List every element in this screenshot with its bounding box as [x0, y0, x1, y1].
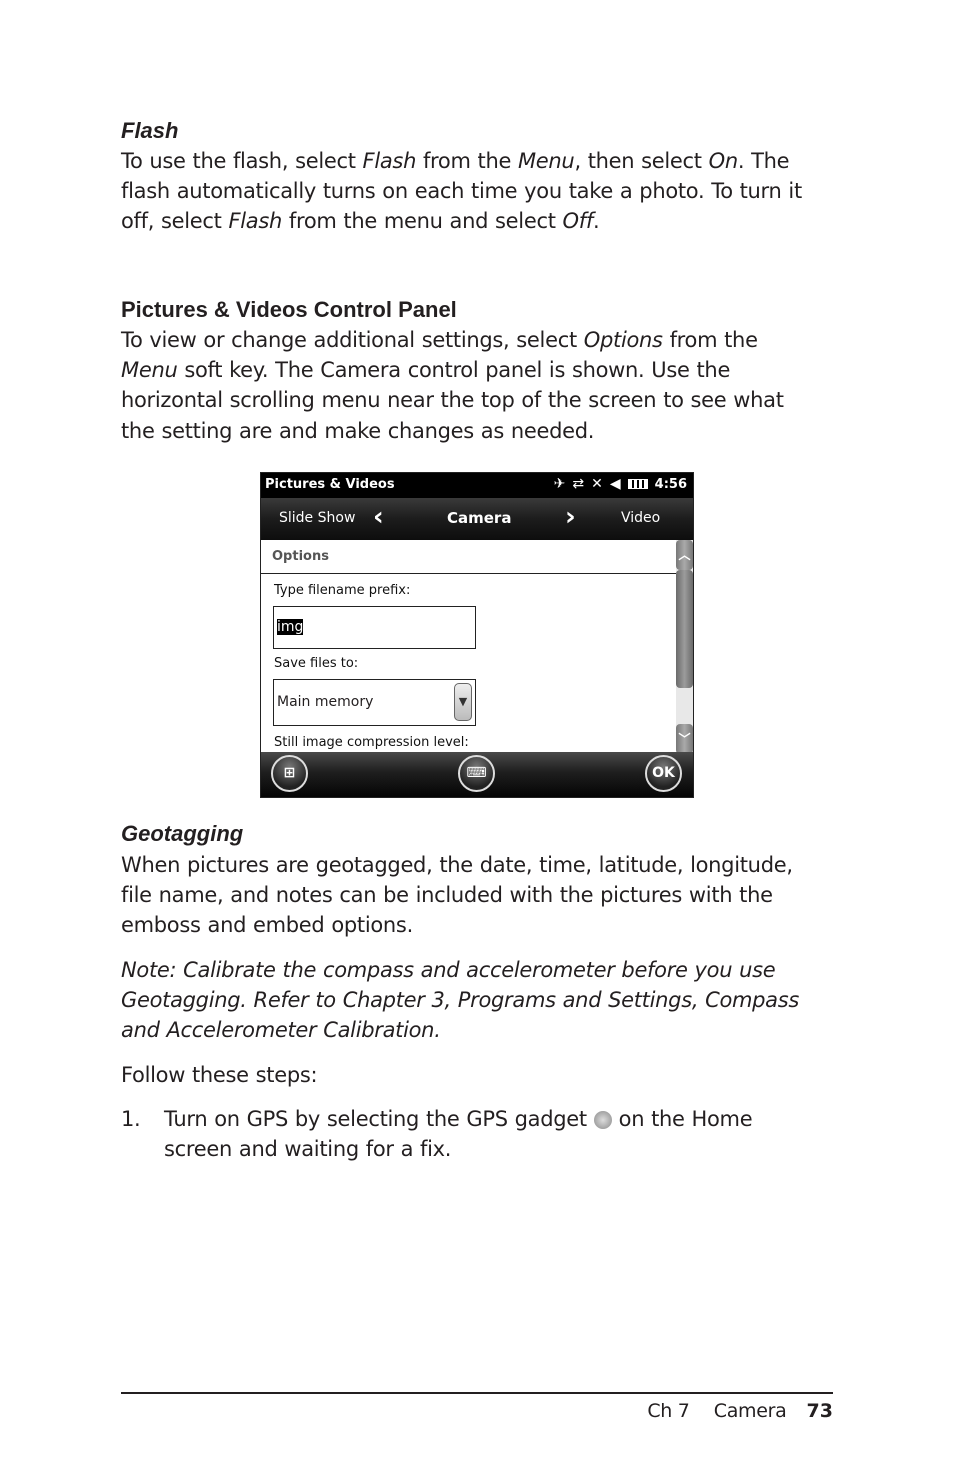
data-sync-icon: ⇄ — [572, 476, 585, 492]
chevron-right-icon[interactable]: › — [565, 502, 576, 532]
filename-label: Type filename prefix: — [274, 583, 411, 598]
footer-rule — [121, 1392, 833, 1394]
scroll-thumb[interactable] — [676, 570, 693, 688]
body-text: , then select — [574, 149, 709, 173]
flash-heading: Flash — [121, 118, 179, 143]
control-panel-heading: Pictures & Videos Control Panel — [121, 297, 457, 322]
body-text: To view or change additional settings, s… — [121, 328, 584, 352]
device-screenshot: Pictures & Videos ✈ ⇄ ✕ ◀ 4:56 Slide Sho… — [260, 472, 694, 798]
compression-label: Still image compression level: — [274, 735, 469, 750]
emphasis-text: On — [708, 149, 739, 173]
chevron-left-icon[interactable]: ‹ — [373, 502, 384, 532]
emphasis-text: Flash — [362, 149, 417, 173]
emphasis-text: Options — [583, 328, 663, 352]
body-text: from the — [416, 149, 518, 173]
emphasis-text: Flash — [228, 209, 283, 234]
volume-icon: ◀ — [609, 476, 621, 492]
geotagging-paragraph: When pictures are geotagged, the date, t… — [121, 853, 793, 938]
steps-intro: Follow these steps: — [121, 1063, 318, 1087]
options-header: Options — [261, 540, 677, 574]
page-number: 73 — [806, 1400, 833, 1422]
body-text: . — [592, 209, 600, 234]
geotagging-heading: Geotagging — [121, 821, 244, 846]
body-text: from the — [662, 328, 758, 352]
save-location-select[interactable]: Main memory ▼ — [273, 679, 476, 726]
nav-video[interactable]: Video — [621, 510, 660, 526]
scroll-down-icon[interactable]: ﹀ — [676, 724, 693, 754]
gps-satellite-icon: ✈ — [553, 476, 566, 492]
windows-logo-icon: ⊞ — [283, 765, 296, 781]
keyboard-icon: ⌨ — [466, 765, 487, 781]
dropdown-arrow-icon[interactable]: ▼ — [454, 683, 472, 721]
scroll-up-icon[interactable]: ︿ — [676, 540, 693, 570]
step-number: 1. — [121, 1107, 141, 1131]
body-text: from the menu and select — [282, 209, 563, 234]
status-bar: Pictures & Videos ✈ ⇄ ✕ ◀ 4:56 — [261, 473, 693, 498]
start-button[interactable]: ⊞ — [271, 755, 308, 792]
emphasis-text: Menu — [517, 149, 575, 173]
options-title: Options — [272, 549, 329, 564]
camera-nav-bar: Slide Show ‹ Camera › Video — [261, 498, 693, 540]
step-text: Turn on GPS by selecting the GPS gadget … — [164, 1104, 804, 1164]
battery-icon — [627, 479, 648, 489]
step-text-before: Turn on GPS by selecting the GPS gadget — [164, 1107, 587, 1131]
clock: 4:56 — [654, 476, 687, 492]
filename-input[interactable]: img — [273, 606, 476, 649]
keyboard-button[interactable]: ⌨ — [458, 755, 495, 792]
body-text: soft key. The Camera control panel is sh… — [121, 358, 784, 443]
flash-paragraph: To use the flash, select Flash from the … — [121, 146, 821, 237]
body-text: To use the flash, select — [121, 149, 363, 173]
gps-gadget-icon — [593, 1111, 612, 1129]
footer-chapter: Ch 7 — [647, 1400, 690, 1422]
soft-key-bar: ⊞ ⌨ OK — [261, 752, 693, 797]
page-footer: Ch 7 Camera 73 — [647, 1400, 833, 1422]
control-panel-paragraph: To view or change additional settings, s… — [121, 325, 821, 446]
no-signal-icon: ✕ — [591, 476, 603, 492]
emphasis-text: Off — [562, 209, 594, 234]
save-location-value: Main memory — [277, 694, 374, 710]
emphasis-text: Menu — [121, 358, 178, 383]
ok-button[interactable]: OK — [645, 755, 682, 792]
save-files-label: Save files to: — [274, 656, 359, 671]
calibration-note: Note: Calibrate the compass and accelero… — [121, 958, 800, 1043]
app-title: Pictures & Videos — [265, 477, 395, 492]
options-panel: Options Type filename prefix: img Save f… — [261, 540, 677, 754]
vertical-scrollbar[interactable]: ︿ ﹀ — [676, 540, 693, 754]
ok-label: OK — [652, 765, 675, 781]
nav-slide-show[interactable]: Slide Show — [279, 510, 355, 526]
footer-section: Camera — [713, 1400, 787, 1422]
nav-camera[interactable]: Camera — [447, 509, 511, 527]
filename-value: img — [277, 619, 304, 635]
